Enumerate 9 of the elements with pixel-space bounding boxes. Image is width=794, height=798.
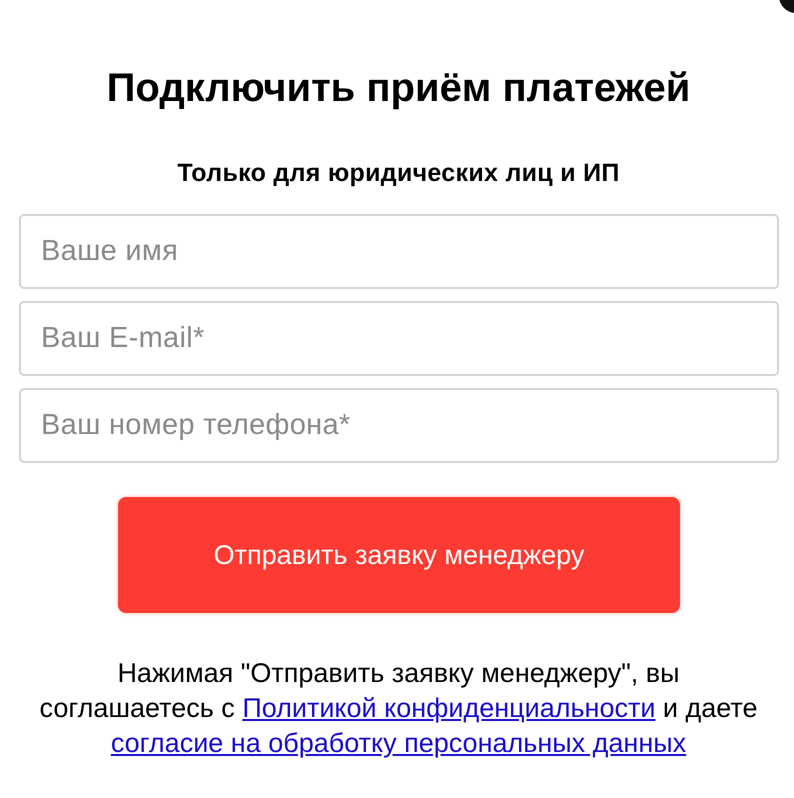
data-consent-link[interactable]: согласие на обработку персональных данных <box>110 728 686 758</box>
submit-button[interactable]: Отправить заявку менеджеру <box>118 497 680 613</box>
input-field[interactable]: Ваш номер телефона* <box>19 388 779 463</box>
form-subtitle: Только для юридических лиц и ИП <box>176 158 621 188</box>
input-field[interactable]: Ваше имя <box>19 214 779 289</box>
privacy-policy-link[interactable]: Политикой конфиденциальности <box>242 693 656 723</box>
consent-text: Нажимая "Отправить заявку менеджеру", вы соглашаетесь с Политикой конфиденциальности и даете согласие на обработку персональных данных <box>38 657 758 760</box>
form-title: Подключить приём платежей <box>106 65 692 112</box>
input-field[interactable]: Ваш E-mail* <box>19 301 779 376</box>
